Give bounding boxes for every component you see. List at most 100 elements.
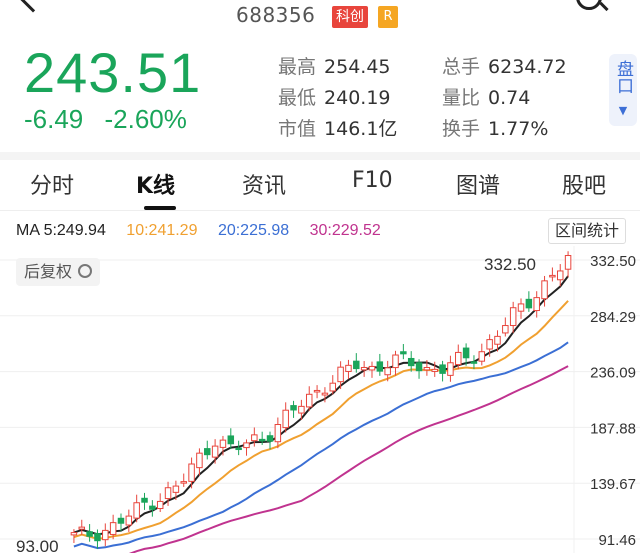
ma-legend: MA 5:249.94 10:241.29 20:225.98 30:229.5… xyxy=(16,222,397,240)
candle-body xyxy=(133,502,140,519)
tab-news[interactable]: 资讯 xyxy=(242,168,286,200)
ma20-line xyxy=(73,341,569,550)
stat-turnover: 换手 1.77% xyxy=(442,118,549,140)
candle-body xyxy=(125,515,133,526)
adjust-label: 后复权 xyxy=(24,262,73,281)
candle-body xyxy=(376,361,384,372)
current-price: 243.51 xyxy=(24,41,202,104)
stats-right: 总手 6234.72 量比 0.74 换手 1.77% xyxy=(442,52,567,145)
candle-body xyxy=(211,445,219,458)
candle-body xyxy=(251,434,258,442)
ma10-value: 10:241.29 xyxy=(126,222,198,239)
y-tick-label: 139.67 xyxy=(590,476,636,493)
candle-body xyxy=(180,481,187,484)
candle-body xyxy=(478,351,486,362)
candle-body xyxy=(392,354,399,369)
candle-body xyxy=(541,280,548,300)
candle-body xyxy=(400,351,407,355)
y-tick-label: 284.29 xyxy=(590,309,636,326)
candle-body xyxy=(384,367,391,376)
candle-body xyxy=(274,424,282,443)
candle-body xyxy=(556,270,564,281)
stat-market-cap: 市值 146.1亿 xyxy=(278,118,398,140)
candle-body xyxy=(368,365,376,371)
min-price-label: 93.00 xyxy=(16,537,59,553)
candle-body xyxy=(502,325,509,334)
candle-body xyxy=(360,366,368,371)
candle-body xyxy=(94,533,101,542)
stock-code: 688356 xyxy=(236,3,316,27)
pankou-label: 盘口 xyxy=(613,60,633,94)
kline-chart[interactable]: 332.50 284.29 236.09 187.88 139.67 91.46 332.5… xyxy=(0,246,640,553)
candle-body xyxy=(517,303,525,312)
candle-body xyxy=(164,487,172,500)
candle-body xyxy=(305,393,313,408)
tab-kline[interactable]: K线 xyxy=(136,168,175,200)
candle-body xyxy=(156,500,164,510)
stat-low: 最低 240.19 xyxy=(278,87,391,109)
candle-body xyxy=(282,409,289,429)
candle-body xyxy=(70,532,78,536)
search-icon[interactable] xyxy=(576,0,602,10)
gear-icon xyxy=(78,264,93,278)
candle-body xyxy=(149,505,156,510)
adjust-button[interactable]: 后复权 xyxy=(16,258,101,286)
candle-body xyxy=(141,497,148,503)
candle-body xyxy=(204,448,211,456)
y-tick-label: 332.50 xyxy=(590,253,636,270)
tab-bar: 分时 K线 资讯 F10 图谱 股吧 xyxy=(0,160,640,210)
candle-body xyxy=(494,335,501,345)
candle-body xyxy=(345,364,352,372)
tab-f10[interactable]: F10 xyxy=(352,168,393,193)
max-price-label: 332.50 xyxy=(484,255,536,274)
stat-high: 最高 254.45 xyxy=(278,56,391,78)
candle-body xyxy=(258,438,266,442)
candle-body xyxy=(447,362,454,376)
y-tick-label: 91.46 xyxy=(598,532,636,549)
pankou-button[interactable]: 盘口 ▼ xyxy=(609,54,637,126)
candle-body xyxy=(172,485,180,493)
r-badge: R xyxy=(378,6,398,28)
candle-body xyxy=(188,463,195,482)
candle-body xyxy=(455,351,462,366)
price-change: -6.49 -2.60% xyxy=(24,104,201,135)
ma5-line xyxy=(73,275,569,536)
candle-body xyxy=(109,522,117,535)
candle-body xyxy=(86,531,93,537)
candle-body xyxy=(439,364,446,374)
section-divider xyxy=(0,152,640,160)
ma30-line xyxy=(128,365,569,553)
candle-body xyxy=(564,255,572,270)
board-badge: 科创 xyxy=(332,6,368,28)
range-stats-button[interactable]: 区间统计 xyxy=(548,218,627,244)
candle-body xyxy=(290,405,297,411)
candle-body xyxy=(313,389,321,393)
candle-body xyxy=(407,357,415,367)
candle-body xyxy=(533,297,540,312)
candle-body xyxy=(525,298,533,309)
chevron-down-icon: ▼ xyxy=(618,104,628,117)
candle-body xyxy=(266,435,274,442)
tab-intraday[interactable]: 分时 xyxy=(30,168,74,200)
ma10-line xyxy=(73,300,569,540)
top-bar: 688356 科创 R xyxy=(0,0,640,32)
y-tick-label: 187.88 xyxy=(590,420,636,437)
tabs-border xyxy=(0,210,640,211)
candle-body xyxy=(431,368,438,372)
candle-body xyxy=(462,347,470,359)
candle-body xyxy=(117,517,125,524)
candle-body xyxy=(329,382,337,392)
candle-body xyxy=(227,435,235,445)
candle-body xyxy=(196,452,203,469)
stats-left: 最高 254.45 最低 240.19 市值 146.1亿 xyxy=(278,52,397,145)
candle-body xyxy=(235,447,242,451)
tab-graph[interactable]: 图谱 xyxy=(456,168,500,200)
candle-body xyxy=(486,339,493,350)
tab-forum[interactable]: 股吧 xyxy=(562,168,606,200)
candle-body xyxy=(298,405,305,414)
candle-body xyxy=(219,439,227,448)
change-amount: -6.49 xyxy=(24,104,84,134)
ma20-value: 20:225.98 xyxy=(217,222,290,239)
back-arrow-icon[interactable] xyxy=(17,0,49,13)
candle-body xyxy=(78,526,86,530)
